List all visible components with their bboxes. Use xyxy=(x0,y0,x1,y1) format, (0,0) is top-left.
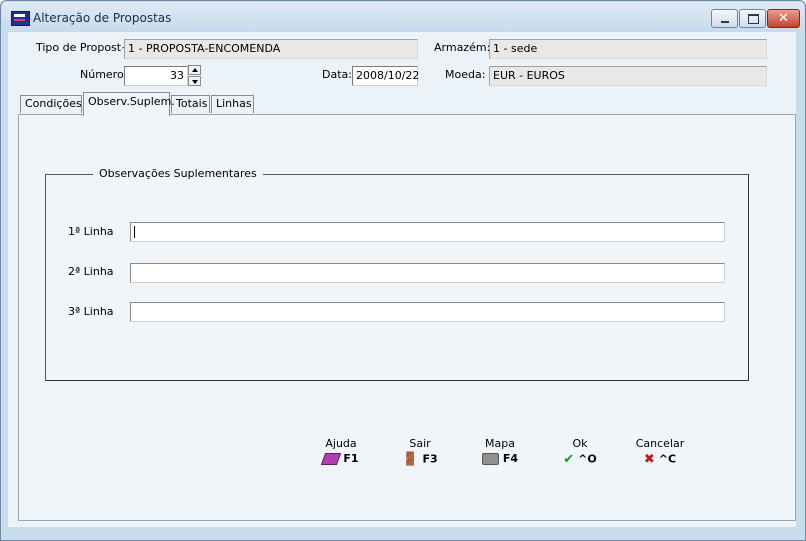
sair-button[interactable]: Sair 🚪 F3 xyxy=(398,437,442,467)
minimize-icon xyxy=(721,21,729,23)
maximize-icon xyxy=(748,14,759,24)
arrow-up-icon xyxy=(192,68,198,72)
help-book-icon xyxy=(321,453,342,465)
linha-1-label: 1ª Linha xyxy=(68,225,114,238)
cancelar-key: ^C xyxy=(658,452,677,466)
numero-spinner xyxy=(188,65,202,87)
armazem-field[interactable]: 1 - sede xyxy=(489,39,767,59)
armazem-label: Armazém: xyxy=(434,41,491,54)
spin-down-button[interactable] xyxy=(188,76,201,86)
cancel-x-icon: ✖ xyxy=(643,452,655,467)
title-bar: Alteração de Propostas ✕ xyxy=(2,2,804,32)
close-icon: ✕ xyxy=(778,11,789,26)
maximize-button[interactable] xyxy=(739,9,766,28)
cancelar-button[interactable]: Cancelar ✖ ^C xyxy=(634,437,686,467)
data-field[interactable]: 2008/10/22 xyxy=(352,66,419,86)
minimize-button[interactable] xyxy=(711,9,738,28)
tab-condicoes[interactable]: Condições xyxy=(20,95,82,113)
tipo-label: Tipo de Propost~: xyxy=(36,41,135,54)
linha-3-label: 3ª Linha xyxy=(68,305,114,318)
linha-2-input[interactable] xyxy=(130,263,725,283)
numero-label: Número: xyxy=(80,68,128,81)
group-title: Observações Suplementares xyxy=(93,167,263,180)
arrow-down-icon xyxy=(192,80,198,84)
tab-linhas[interactable]: Linhas xyxy=(211,95,254,113)
moeda-label: Moeda: xyxy=(445,68,486,81)
data-label: Data: xyxy=(322,68,352,81)
ok-key: ^O xyxy=(578,452,597,466)
tipo-field[interactable]: 1 - PROPOSTA-ENCOMENDA xyxy=(124,39,418,59)
numero-field[interactable]: 33 xyxy=(124,66,188,86)
mapa-key: F4 xyxy=(502,452,519,465)
tab-observ-suplem[interactable]: Observ.Suplem. xyxy=(83,92,175,116)
window-title: Alteração de Propostas xyxy=(33,11,172,25)
linha-2-label: 2ª Linha xyxy=(68,265,114,278)
sair-label: Sair xyxy=(409,437,431,450)
cancelar-label: Cancelar xyxy=(635,437,685,450)
ajuda-button[interactable]: Ajuda F1 xyxy=(318,437,364,465)
mapa-button[interactable]: Mapa F4 xyxy=(478,437,522,465)
linha-3-input[interactable] xyxy=(130,302,725,322)
ok-label: Ok xyxy=(572,437,588,450)
sair-key: F3 xyxy=(422,452,438,466)
tab-totais[interactable]: Totais xyxy=(171,95,210,113)
text-caret xyxy=(134,226,135,238)
printer-icon xyxy=(481,453,499,465)
ok-button[interactable]: Ok ✔ ^O xyxy=(558,437,602,467)
app-icon[interactable] xyxy=(11,11,30,26)
ajuda-key: F1 xyxy=(343,452,359,465)
mapa-label: Mapa xyxy=(485,437,515,450)
ajuda-label: Ajuda xyxy=(325,437,357,450)
spin-up-button[interactable] xyxy=(188,65,201,75)
moeda-field[interactable]: EUR - EUROS xyxy=(489,66,767,86)
linha-1-input[interactable] xyxy=(130,222,725,242)
checkmark-icon: ✔ xyxy=(563,452,575,467)
close-button[interactable]: ✕ xyxy=(767,9,800,28)
exit-door-icon: 🚪 xyxy=(402,452,419,467)
